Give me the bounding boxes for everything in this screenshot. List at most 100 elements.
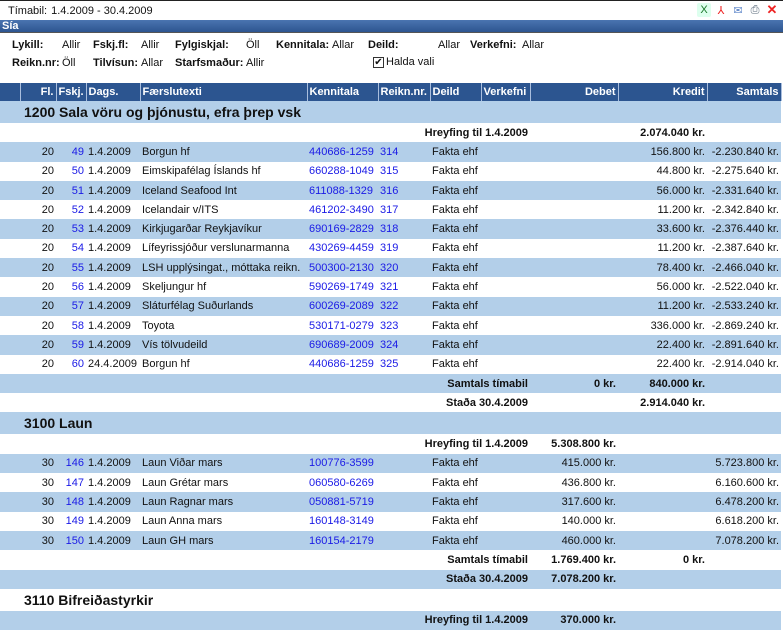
email-icon[interactable]: ✉ [731, 3, 745, 17]
cell-fskj-link[interactable]: 147 [56, 473, 86, 493]
cell-fskj-link[interactable]: 55 [56, 258, 86, 278]
cell-kennitala-link[interactable]: 660288-1049 [307, 161, 378, 181]
filter-deild-value[interactable]: Allar [438, 39, 460, 51]
cell-kennitala-link[interactable]: 430269-4459 [307, 238, 378, 259]
cell-reikn-link[interactable]: 321 [378, 277, 430, 297]
cell-fskj-link[interactable]: 57 [56, 296, 86, 316]
cell-fskj-link[interactable]: 50 [56, 161, 86, 181]
column-header-blank[interactable] [0, 83, 21, 101]
cell-kennitala-link[interactable]: 600269-2089 [307, 296, 378, 316]
cell-fskj-link[interactable]: 51 [56, 180, 86, 201]
cell-reikn-link[interactable]: 324 [378, 335, 430, 355]
column-header-dags[interactable]: Dags. [86, 83, 141, 101]
cell-reikn-link[interactable]: 318 [378, 219, 430, 239]
cell-fskj-link[interactable]: 58 [56, 315, 86, 336]
cell-reikn-link[interactable] [378, 530, 430, 551]
excel-icon[interactable]: X [697, 3, 711, 17]
cell-kredit: 22.400 kr. [618, 354, 707, 374]
cell-kennitala-link[interactable]: 160148-3149 [307, 511, 378, 531]
cell-fskj-link[interactable]: 59 [56, 335, 86, 355]
cell-reikn-link[interactable]: 319 [378, 238, 430, 259]
pdf-icon[interactable]: ⅄ [714, 3, 728, 17]
cell-reikn-link[interactable] [378, 453, 430, 474]
cell-reikn-link[interactable]: 317 [378, 200, 430, 220]
row-blank [0, 530, 20, 551]
cell-reikn-link[interactable] [378, 473, 430, 493]
close-icon[interactable]: ✕ [765, 2, 779, 17]
cell-kennitala-link[interactable]: 461202-3490 [307, 200, 378, 220]
column-header-kredit[interactable]: Kredit [618, 83, 708, 101]
column-header-verkefni[interactable]: Verkefni [481, 83, 531, 101]
cell-reikn-link[interactable] [378, 492, 430, 512]
cell-date: 1.4.2009 [86, 258, 140, 278]
filter-bar-title: Sía [0, 20, 783, 33]
cell-fl: 20 [20, 277, 56, 297]
cell-verkefni [481, 219, 530, 239]
cell-kredit: 11.200 kr. [618, 238, 707, 259]
column-header-fskj[interactable]: Fskj. [56, 83, 87, 101]
filter-verkefni-value[interactable]: Allar [522, 39, 544, 51]
cell-fskj-link[interactable]: 49 [56, 142, 86, 162]
cell-kennitala-link[interactable]: 690689-2009 [307, 335, 378, 355]
filter-fylgiskjal-value[interactable]: Öll [246, 39, 259, 51]
cell-reikn-link[interactable]: 320 [378, 258, 430, 278]
cell-kennitala-link[interactable]: 690169-2829 [307, 219, 378, 239]
cell-verkefni [481, 354, 530, 374]
cell-kennitala-link[interactable]: 050881-5719 [307, 492, 378, 512]
halda-vali-checkbox[interactable]: ✔ Halda vali [373, 56, 434, 68]
cell-kennitala-link[interactable]: 530171-0279 [307, 315, 378, 336]
cell-fl: 30 [20, 492, 56, 512]
cell-verkefni [481, 180, 530, 201]
cell-fskj-link[interactable]: 146 [56, 453, 86, 474]
print-icon[interactable]: ⎙ [748, 3, 762, 17]
cell-reikn-link[interactable]: 316 [378, 180, 430, 201]
cell-kennitala-link[interactable]: 590269-1749 [307, 277, 378, 297]
cell-kennitala-link[interactable]: 160154-2179 [307, 530, 378, 551]
summary-kredit: 0 kr. [618, 550, 707, 570]
cell-fskj-link[interactable]: 52 [56, 200, 86, 220]
column-header-frslutexti[interactable]: Færslutexti [140, 83, 308, 101]
column-header-samtals[interactable]: Samtals [707, 83, 782, 101]
cell-reikn-link[interactable]: 322 [378, 296, 430, 316]
cell-kennitala-link[interactable]: 500300-2130 [307, 258, 378, 278]
opening-balance-row: Hreyfing til 1.4.2009 2.074.040 kr. [0, 123, 781, 143]
cell-kredit: 156.800 kr. [618, 142, 707, 162]
cell-kennitala-link[interactable]: 060580-6269 [307, 473, 378, 493]
checkbox-checked-icon[interactable]: ✔ [373, 56, 384, 68]
cell-reikn-link[interactable]: 325 [378, 354, 430, 374]
cell-fskj-link[interactable]: 56 [56, 277, 86, 297]
column-header-fl[interactable]: Fl. [20, 83, 57, 101]
column-header-debet[interactable]: Debet [530, 83, 619, 101]
column-header-deild[interactable]: Deild [430, 83, 482, 101]
cell-debet [530, 219, 618, 239]
filter-fskjfl-value[interactable]: Allir [141, 39, 159, 51]
cell-text: Laun Grétar mars [140, 473, 307, 493]
cell-reikn-link[interactable]: 315 [378, 161, 430, 181]
cell-kennitala-link[interactable]: 440686-1259 [307, 142, 378, 162]
cell-date: 1.4.2009 [86, 492, 140, 512]
filter-starfsmadur-value[interactable]: Allir [246, 57, 264, 69]
cell-reikn-link[interactable]: 314 [378, 142, 430, 162]
cell-date: 1.4.2009 [86, 315, 140, 336]
filter-reiknnr-value[interactable]: Öll [62, 57, 75, 69]
cell-deild: Fakta ehf [430, 473, 481, 493]
cell-kennitala-link[interactable]: 440686-1259 [307, 354, 378, 374]
column-header-kennitala[interactable]: Kennitala [307, 83, 379, 101]
filter-tilvisun-value[interactable]: Allar [141, 57, 163, 69]
cell-fskj-link[interactable]: 60 [56, 354, 86, 374]
cell-fskj-link[interactable]: 148 [56, 492, 86, 512]
column-header-reiknnr[interactable]: Reikn.nr. [378, 83, 431, 101]
filter-kennitala-value[interactable]: Allar [332, 39, 354, 51]
cell-fskj-link[interactable]: 54 [56, 238, 86, 259]
filter-lykill-value[interactable]: Allir [62, 39, 80, 51]
cell-kennitala-link[interactable]: 611088-1329 [307, 180, 378, 201]
cell-reikn-link[interactable]: 323 [378, 315, 430, 336]
summary-label: Hreyfing til 1.4.2009 [0, 123, 530, 143]
cell-fskj-link[interactable]: 149 [56, 511, 86, 531]
cell-fl: 20 [20, 296, 56, 316]
cell-kredit: 11.200 kr. [618, 200, 707, 220]
cell-fskj-link[interactable]: 150 [56, 530, 86, 551]
cell-kennitala-link[interactable]: 100776-3599 [307, 453, 378, 474]
cell-fskj-link[interactable]: 53 [56, 219, 86, 239]
cell-reikn-link[interactable] [378, 511, 430, 531]
